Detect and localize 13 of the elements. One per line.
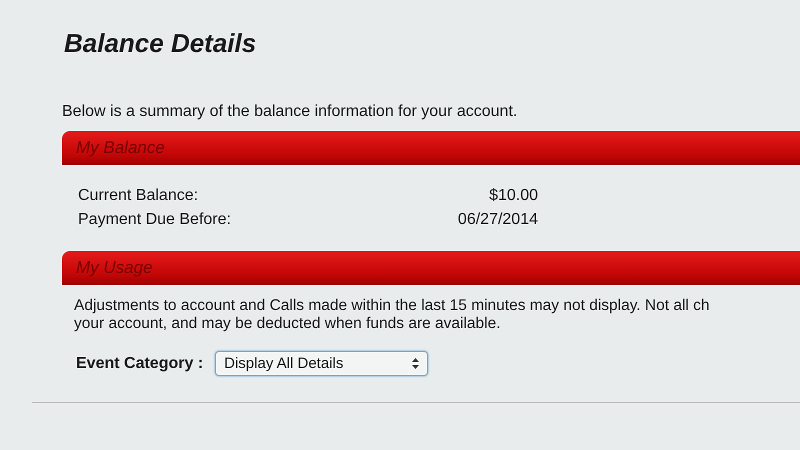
field-value: 06/27/2014	[456, 211, 538, 229]
field-label: Current Balance:	[78, 187, 200, 205]
field-label: Payment Due Before:	[78, 211, 232, 229]
updown-icon	[412, 358, 420, 369]
category-dropdown[interactable]: Display All Details	[215, 351, 428, 376]
section-header: My Usage	[62, 251, 800, 285]
field-value: $10.00	[488, 187, 538, 205]
page-title: Balance Details	[64, 28, 258, 59]
notice-text: Adjustments to account and Calls made within the last 15 minutes may not display. Not all ch	[74, 297, 711, 315]
filter-label: Event Category :	[76, 354, 204, 372]
intro-text: Below is a summary of the balance information for your account.	[62, 103, 518, 121]
section-header: My Balance	[62, 131, 800, 165]
notice-text: your account, and may be deducted when funds are available.	[74, 315, 502, 333]
